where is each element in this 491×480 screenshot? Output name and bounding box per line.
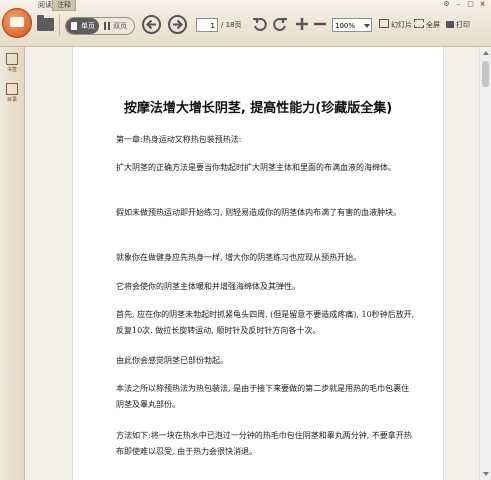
rotate-right-icon[interactable] (272, 16, 288, 32)
printer-icon (446, 21, 454, 28)
zoom-value: 100% (335, 22, 356, 30)
double-page-button[interactable]: 双页 (100, 18, 134, 34)
vertical-scrollbar[interactable] (479, 47, 491, 480)
paragraph: 由此你会感觉阴茎已部份勃起。 (116, 356, 228, 365)
fullscreen-label: 全屏 (426, 21, 440, 29)
paragraph: 方法如下:将一块在热水中已泡过一分钟的热毛巾包住阴茎和睾丸两分钟, 不要拿开热布… (116, 431, 412, 456)
prev-page-button[interactable] (142, 15, 161, 34)
paragraph: 第一章:热身运动又称热包装预热法: (116, 135, 242, 144)
slideshow-label: 幻灯片 (391, 21, 412, 29)
scroll-up-icon[interactable] (483, 51, 489, 55)
fullscreen-icon (414, 19, 424, 28)
double-page-icon (104, 22, 111, 30)
window-controls: ⚙ – □ × (442, 0, 487, 10)
paragraph: 它将会使你的阴茎主体暖和并增强海绵体及其弹性。 (116, 282, 300, 291)
print-button[interactable]: 打印 (446, 18, 470, 32)
minimize-icon[interactable]: – (454, 0, 463, 9)
outline-icon (6, 83, 18, 95)
chevron-down-icon (364, 24, 370, 28)
document-page: 按摩法增大增长阴茎, 提高性能力(珍藏版全集) 第一章:热身运动又称热包装预热法… (72, 47, 444, 480)
arrow-left-icon (146, 19, 156, 30)
menu-tab-annotate[interactable]: 注释 (52, 0, 76, 11)
next-page-button[interactable] (168, 15, 187, 34)
zoom-in-icon[interactable] (294, 16, 310, 32)
app-logo[interactable] (2, 8, 32, 38)
paragraph: 就象你在做健身应先热身一样, 增大你的阴茎练习也应现从预热开始。 (116, 253, 362, 262)
sidebar-item-outline[interactable]: 目录 (2, 83, 22, 103)
paragraph: 假如未做预热运动即开始练习, 则轻易造成你的阴茎体内布满了有害的血液肿块。 (116, 208, 402, 217)
rotate-left-icon[interactable] (252, 16, 268, 32)
toolbar: 阅读 注释 ⚙ – □ × 单页 双页 1 / 18页 100% 幻灯片 全屏 … (0, 0, 491, 47)
menu-bar: 阅读 注释 ⚙ – □ × (0, 0, 491, 11)
single-page-label: 单页 (81, 22, 95, 30)
zoom-select[interactable]: 100% (332, 18, 372, 32)
paragraph: 扩大阴茎的正确方法是要当你勃起时扩大阴茎主体和里面的布满血液的海绵体。 (116, 163, 396, 172)
divider (59, 14, 60, 36)
slideshow-button[interactable]: 幻灯片 (379, 18, 412, 32)
slideshow-icon (379, 19, 389, 28)
single-page-icon (71, 22, 77, 30)
scrollbar-thumb[interactable] (482, 61, 489, 87)
open-folder-icon[interactable] (37, 15, 54, 31)
arrow-right-icon (173, 19, 183, 30)
sidebar-item-label: 目录 (6, 97, 17, 103)
paragraph: 本法之所以称预热法为热包装法, 是由于接下来要做的第二步就是用热的毛巾包裹住阴茎… (116, 384, 410, 409)
view-mode-toggle: 单页 双页 (65, 17, 135, 35)
close-icon[interactable]: × (478, 0, 487, 9)
maximize-icon[interactable]: □ (466, 0, 475, 9)
sidebar: 书签 目录 (0, 47, 25, 480)
zoom-out-icon[interactable] (312, 16, 328, 32)
print-label: 打印 (456, 21, 470, 29)
single-page-button[interactable]: 单页 (66, 18, 99, 34)
page-number-input[interactable]: 1 (196, 18, 218, 32)
sidebar-item-label: 书签 (6, 67, 17, 73)
document-viewport[interactable]: 按摩法增大增长阴茎, 提高性能力(珍藏版全集) 第一章:热身运动又称热包装预热法… (25, 47, 479, 480)
settings-icon[interactable]: ⚙ (442, 0, 451, 9)
page-total-label: / 18页 (221, 21, 242, 29)
paragraph: 首先, 应在你的阴茎未勃起时抓紧龟头四周, (但是留意不要造成疼痛), 10秒钟… (116, 310, 415, 335)
double-page-label: 双页 (113, 22, 127, 30)
fullscreen-button[interactable]: 全屏 (414, 18, 440, 32)
sidebar-item-bookmark[interactable]: 书签 (2, 53, 22, 73)
bookmark-icon (6, 53, 18, 65)
scroll-down-icon[interactable] (483, 472, 489, 476)
document-title: 按摩法增大增长阴茎, 提高性能力(珍藏版全集) (123, 101, 393, 116)
